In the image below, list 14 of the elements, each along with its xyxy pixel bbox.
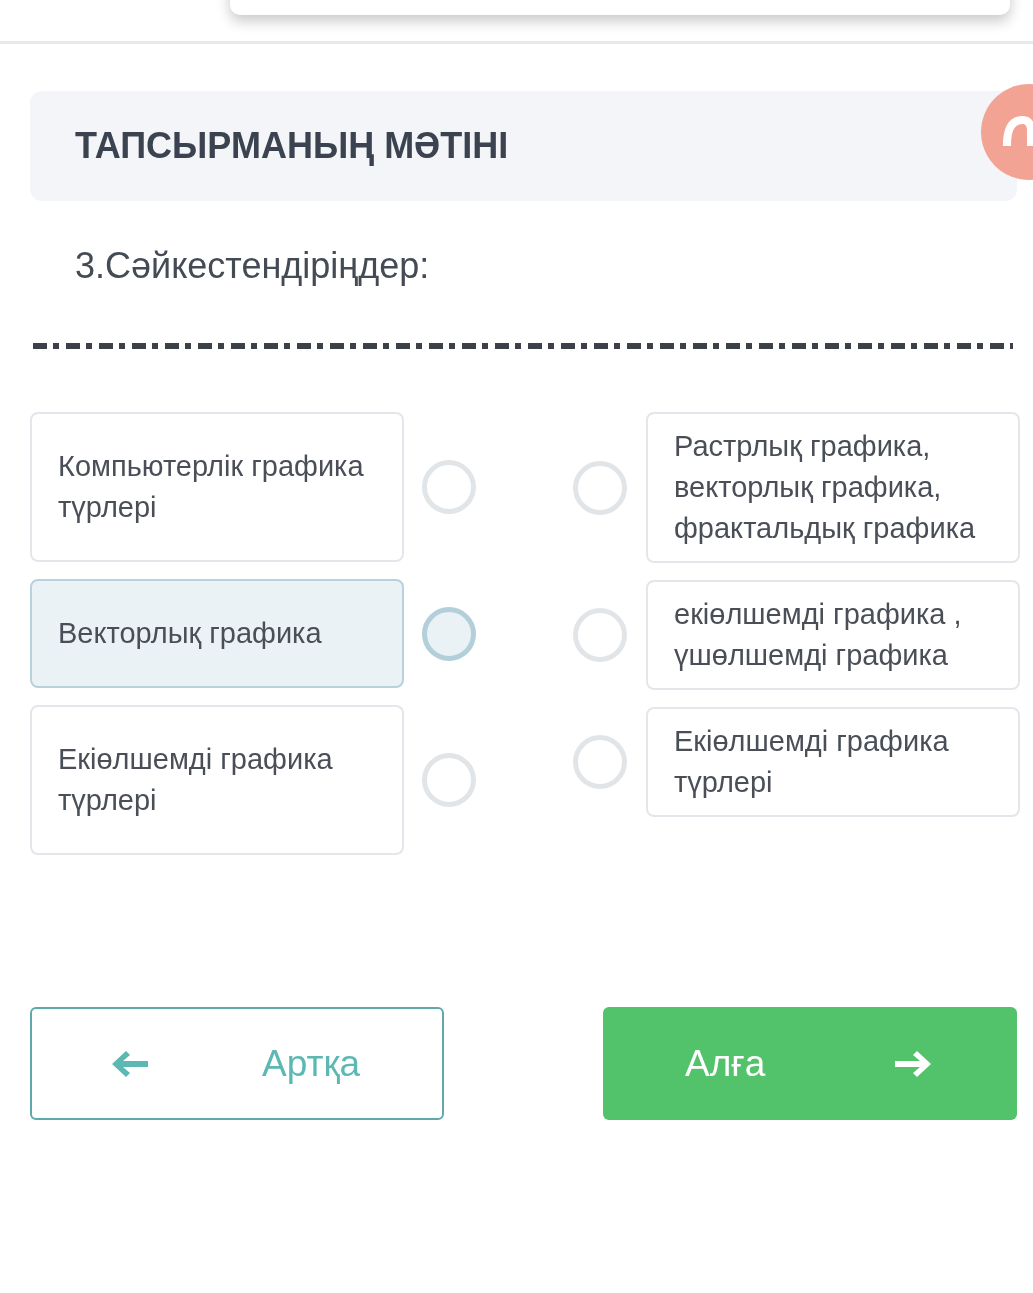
answer-card[interactable]: Екіөлшемді графика түрлері [646,707,1020,817]
radio-button[interactable] [573,735,627,789]
radio-button[interactable] [422,753,476,807]
radio-button[interactable] [422,606,476,661]
answer-card[interactable]: Екіөлшемді графика түрлері [30,705,404,855]
answer-card[interactable]: Растрлық графика, векторлық графика, фрактальдық графика [646,412,1020,563]
radio-button[interactable] [573,460,627,515]
radio-button[interactable] [573,608,627,662]
answer-card[interactable]: Компьютерлік графика түрлері [30,412,404,562]
question-text: 3.Сәйкестендіріңдер: [75,245,431,287]
radio-button[interactable] [422,460,476,514]
answer-card[interactable]: Векторлық графика [30,579,404,688]
section-title: ТАПСЫРМАНЫҢ МӘТІНІ [75,125,509,167]
answer-card[interactable]: екіөлшемді графика , үшөлшемді графика [646,580,1020,690]
